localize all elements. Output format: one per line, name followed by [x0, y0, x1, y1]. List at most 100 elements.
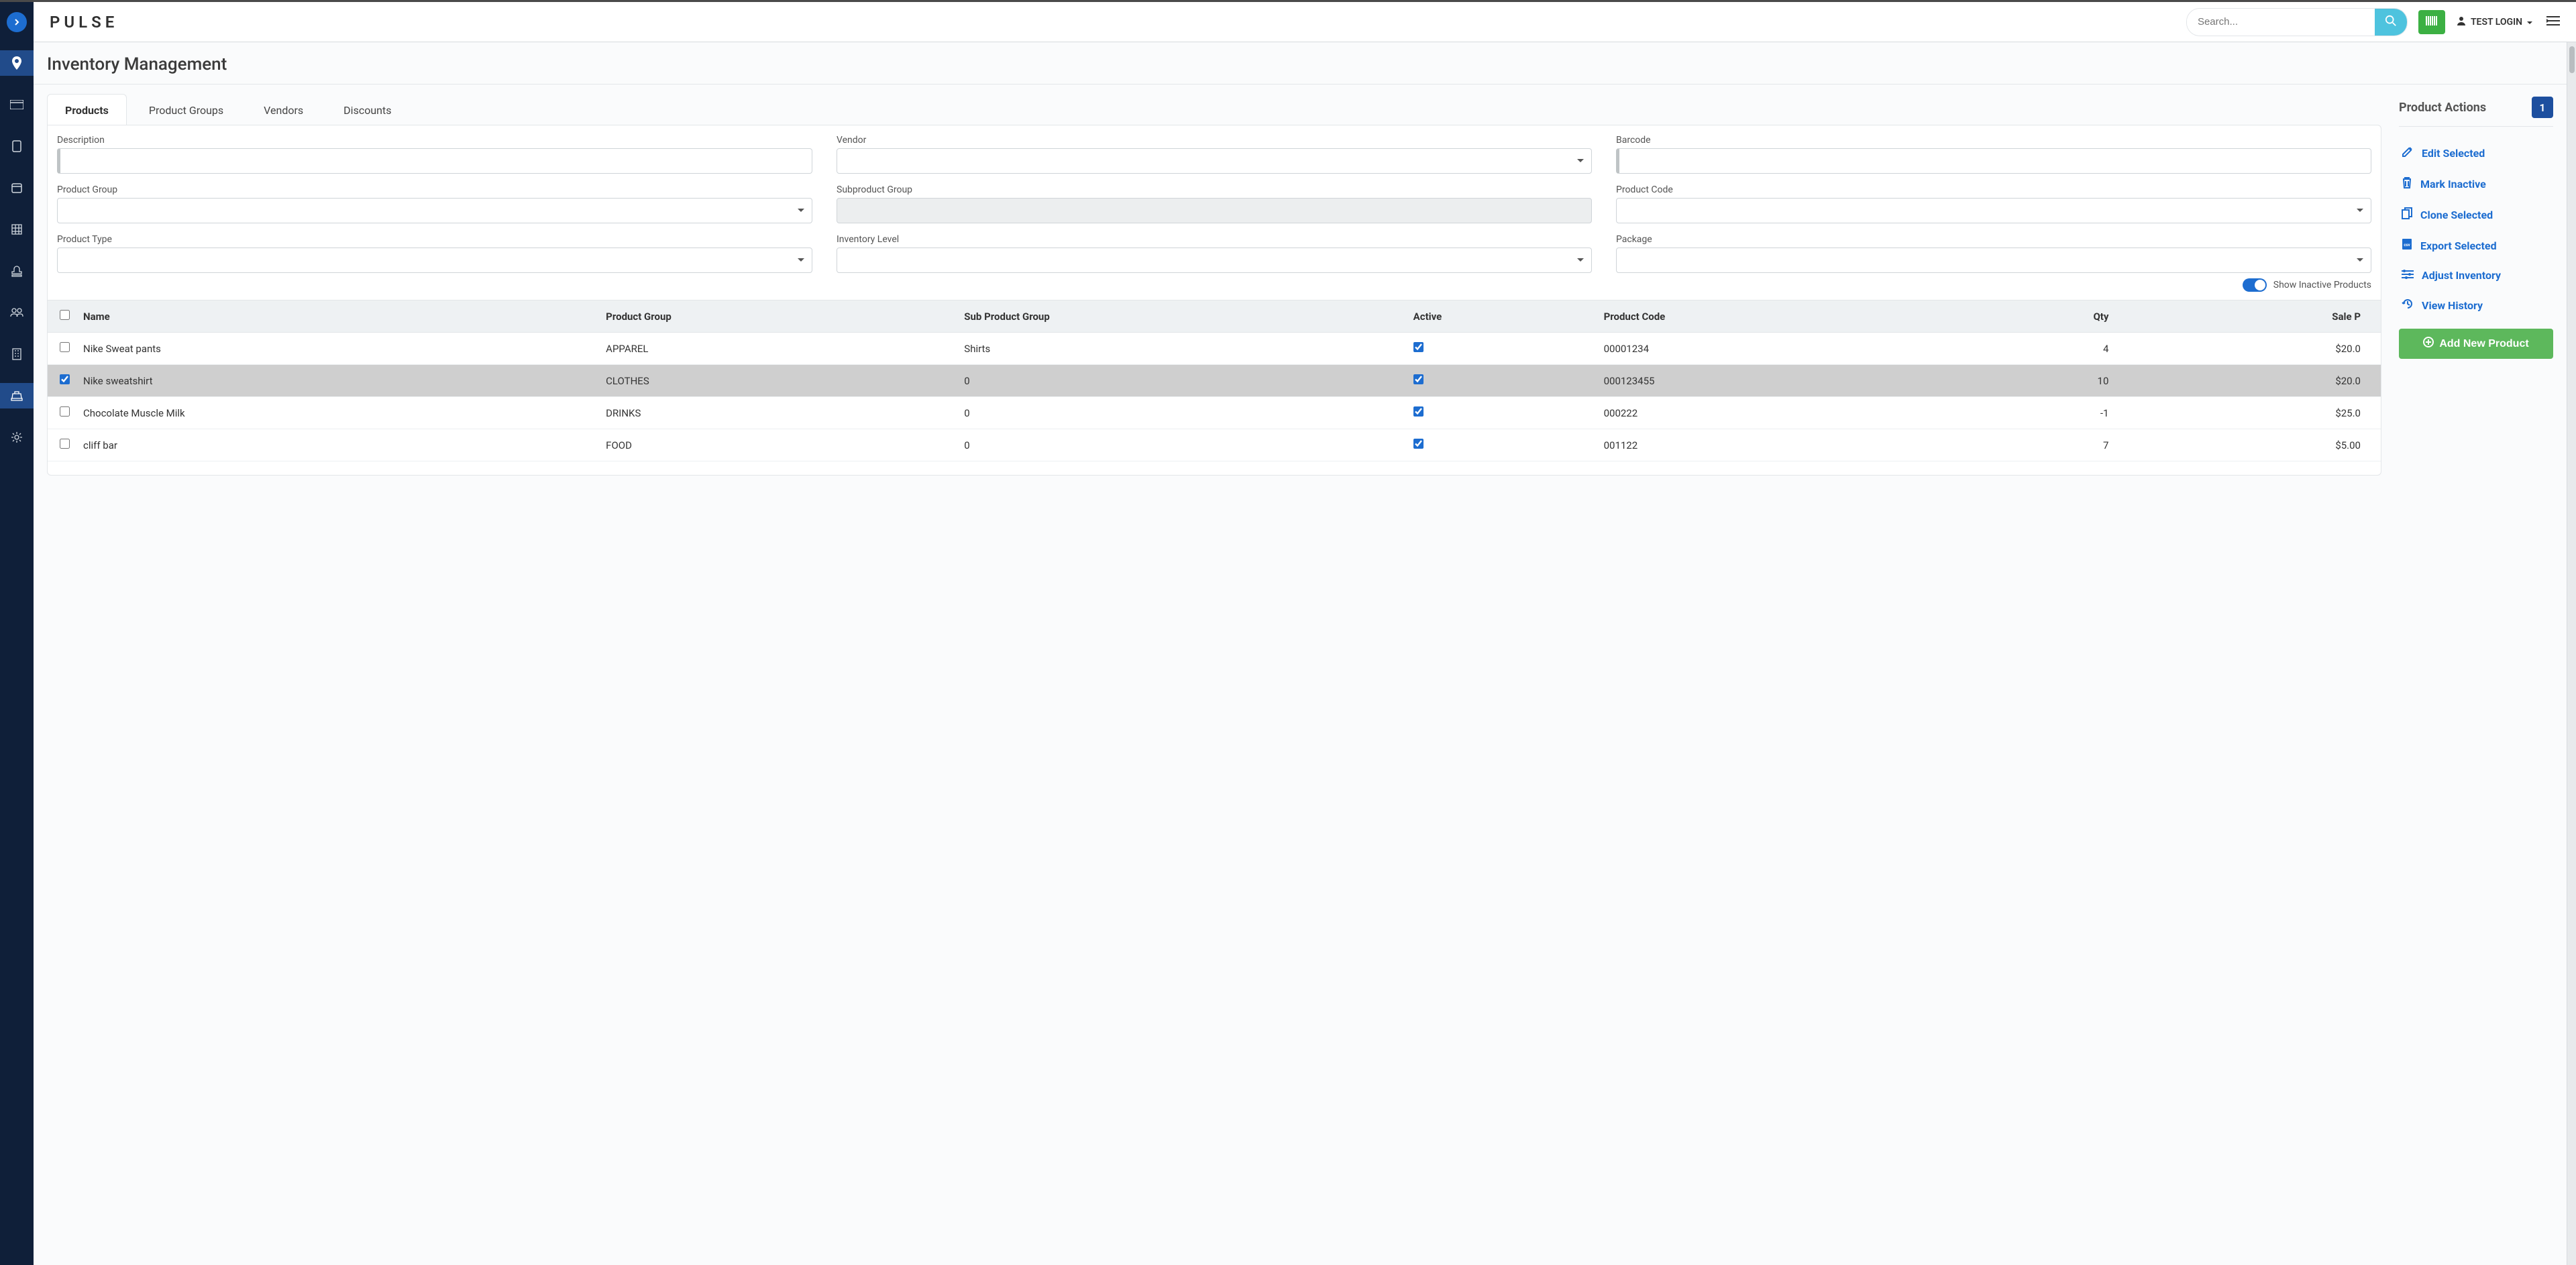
cell-price: $20.0	[2129, 333, 2381, 365]
grid-icon	[11, 224, 22, 235]
search-input[interactable]	[2187, 9, 2375, 34]
cell-code: 000123455	[1597, 365, 1937, 397]
cell-name: Nike sweatshirt	[76, 365, 599, 397]
row-checkbox[interactable]	[60, 406, 70, 417]
cell-group: CLOTHES	[599, 365, 957, 397]
cell-active	[1407, 429, 1597, 461]
show-inactive-label: Show Inactive Products	[2273, 280, 2371, 290]
adjust-inventory-action[interactable]: Adjust Inventory	[2399, 261, 2553, 290]
subproduct-group-select[interactable]	[837, 198, 1592, 223]
inventory-level-select[interactable]	[837, 248, 1592, 273]
active-checkbox[interactable]	[1413, 374, 1424, 384]
package-select[interactable]	[1616, 248, 2371, 273]
tabs: Products Product Groups Vendors Discount…	[47, 94, 2381, 125]
sidebar-item-stamp[interactable]	[0, 258, 34, 284]
select-all-checkbox[interactable]	[60, 310, 70, 320]
svg-text:csv: csv	[2404, 243, 2410, 248]
view-history-action[interactable]: View History	[2399, 290, 2553, 321]
cell-qty: 10	[1937, 365, 2129, 397]
table-row[interactable]: Nike sweatshirtCLOTHES0 00012345510$20.0	[48, 365, 2381, 397]
vendor-select[interactable]	[837, 148, 1592, 174]
cell-active	[1407, 397, 1597, 429]
pencil-icon	[2402, 146, 2414, 160]
add-new-product-button[interactable]: Add New Product	[2399, 329, 2553, 359]
product-actions-title: Product Actions	[2399, 101, 2486, 115]
clone-selected-action[interactable]: Clone Selected	[2399, 199, 2553, 230]
calendar-icon	[11, 182, 22, 193]
col-product-code[interactable]: Product Code	[1597, 300, 1937, 333]
product-code-label: Product Code	[1616, 184, 2371, 195]
export-icon: csv	[2402, 238, 2412, 253]
show-inactive-toggle[interactable]	[2243, 278, 2267, 292]
sidebar-item-settings[interactable]	[0, 425, 34, 450]
col-product-group[interactable]: Product Group	[599, 300, 957, 333]
col-qty[interactable]: Qty	[1937, 300, 2129, 333]
sliders-icon	[2402, 269, 2414, 282]
table-row[interactable]: Nike Sweat pantsAPPARELShirts000012344$2…	[48, 333, 2381, 365]
sidebar-item-register[interactable]	[0, 383, 34, 408]
cell-price: $20.0	[2129, 365, 2381, 397]
col-sub-product-group[interactable]: Sub Product Group	[957, 300, 1406, 333]
col-sale-price[interactable]: Sale P	[2129, 300, 2381, 333]
credit-card-icon	[10, 100, 23, 109]
sidebar-item-people[interactable]	[0, 300, 34, 325]
panel-toggle-button[interactable]	[2544, 13, 2563, 32]
barcode-label: Barcode	[1616, 135, 2371, 146]
tab-discounts[interactable]: Discounts	[325, 94, 409, 125]
cell-sub: 0	[957, 365, 1406, 397]
user-menu[interactable]: TEST LOGIN	[2456, 15, 2533, 29]
cell-code: 00001234	[1597, 333, 1937, 365]
cell-sub: 0	[957, 397, 1406, 429]
sidebar-expand-button[interactable]	[0, 2, 34, 42]
trash-icon	[2402, 176, 2412, 191]
package-label: Package	[1616, 234, 2371, 245]
stamp-icon	[11, 265, 23, 277]
subproduct-group-label: Subproduct Group	[837, 184, 1592, 195]
sidebar-item-grid[interactable]	[0, 217, 34, 242]
cell-qty: -1	[1937, 397, 2129, 429]
tablet-icon	[12, 140, 21, 152]
vertical-scrollbar[interactable]	[2567, 42, 2576, 1265]
cell-code: 001122	[1597, 429, 1937, 461]
left-sidebar	[0, 42, 34, 1265]
row-checkbox[interactable]	[60, 439, 70, 449]
tab-products[interactable]: Products	[47, 94, 127, 125]
sidebar-item-location[interactable]	[0, 50, 34, 76]
cell-group: FOOD	[599, 429, 957, 461]
row-checkbox[interactable]	[60, 342, 70, 352]
active-checkbox[interactable]	[1413, 439, 1424, 449]
sidebar-item-building[interactable]	[0, 341, 34, 367]
global-search	[2186, 8, 2408, 36]
cell-qty: 4	[1937, 333, 2129, 365]
tab-vendors[interactable]: Vendors	[246, 94, 321, 125]
product-code-select[interactable]	[1616, 198, 2371, 223]
product-group-select[interactable]	[57, 198, 812, 223]
col-name[interactable]: Name	[76, 300, 599, 333]
brand-logo: PULSE	[50, 13, 118, 32]
search-button[interactable]	[2375, 9, 2407, 36]
cell-name: Nike Sweat pants	[76, 333, 599, 365]
table-row[interactable]: cliff barFOOD00011227$5.00	[48, 429, 2381, 461]
edit-selected-action[interactable]: Edit Selected	[2399, 138, 2553, 168]
sidebar-item-calendar[interactable]	[0, 175, 34, 201]
description-label: Description	[57, 135, 812, 146]
active-checkbox[interactable]	[1413, 342, 1424, 352]
tab-product-groups[interactable]: Product Groups	[131, 94, 241, 125]
user-icon	[2456, 15, 2467, 29]
barcode-input[interactable]	[1616, 148, 2371, 174]
barcode-button[interactable]	[2418, 10, 2445, 34]
export-selected-action[interactable]: csv Export Selected	[2399, 230, 2553, 261]
table-row[interactable]: Chocolate Muscle MilkDRINKS0000222-1$25.…	[48, 397, 2381, 429]
search-icon	[2385, 15, 2397, 29]
row-checkbox[interactable]	[60, 374, 70, 384]
sidebar-item-card[interactable]	[0, 92, 34, 117]
col-active[interactable]: Active	[1407, 300, 1597, 333]
sidebar-item-device[interactable]	[0, 133, 34, 159]
product-type-label: Product Type	[57, 234, 812, 245]
cash-register-icon	[11, 390, 23, 401]
active-checkbox[interactable]	[1413, 406, 1424, 417]
description-input[interactable]	[57, 148, 812, 174]
product-type-select[interactable]	[57, 248, 812, 273]
chevron-down-icon	[2526, 17, 2533, 28]
mark-inactive-action[interactable]: Mark Inactive	[2399, 168, 2553, 199]
